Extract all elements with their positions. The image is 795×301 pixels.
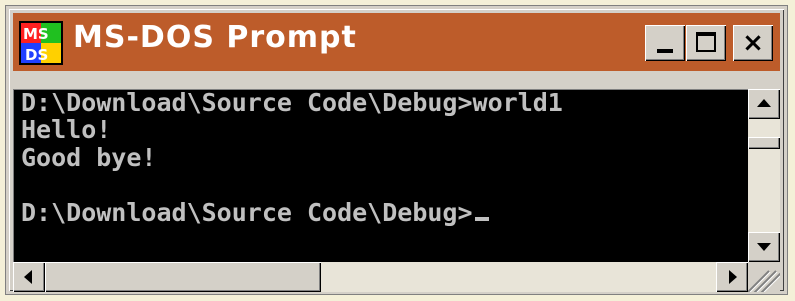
svg-text:DS: DS — [25, 46, 48, 64]
scroll-right-button[interactable] — [716, 262, 748, 292]
arrow-up-icon — [757, 99, 771, 107]
console-line: D:\Download\Source Code\Debug>world1 — [21, 89, 563, 117]
ms-dos-icon: MS DS — [19, 21, 63, 65]
console-line: Good bye! — [21, 143, 157, 172]
arrow-right-icon — [729, 270, 737, 284]
ms-dos-prompt-window: MS DS MS-DOS Prompt × D:\Download\Source… — [6, 6, 787, 294]
scroll-left-button[interactable] — [13, 262, 45, 292]
console-prompt-line: D:\Download\Source Code\Debug> — [21, 199, 489, 227]
text-cursor — [474, 217, 489, 221]
maximize-button[interactable] — [686, 25, 726, 61]
arrow-down-icon — [757, 243, 771, 251]
window-title: MS-DOS Prompt — [73, 20, 357, 55]
console-output[interactable]: D:\Download\Source Code\Debug>world1 Hel… — [13, 89, 748, 262]
close-button[interactable]: × — [733, 25, 773, 61]
horizontal-scrollbar[interactable] — [13, 262, 748, 292]
svg-text:MS: MS — [23, 25, 49, 43]
minimize-button[interactable] — [645, 25, 685, 61]
horizontal-scroll-thumb[interactable] — [45, 262, 321, 292]
vertical-scrollbar[interactable] — [748, 89, 780, 262]
scroll-down-button[interactable] — [748, 232, 780, 262]
arrow-left-icon — [24, 270, 32, 284]
minimize-icon — [657, 49, 673, 53]
vertical-scroll-thumb[interactable] — [748, 137, 780, 149]
close-icon: × — [742, 28, 764, 58]
maximize-icon — [696, 32, 716, 52]
console-prompt: D:\Download\Source Code\Debug> — [21, 198, 473, 227]
scroll-up-button[interactable] — [748, 89, 780, 119]
console-line: Hello! — [21, 115, 112, 144]
title-bar[interactable]: MS DS MS-DOS Prompt × — [13, 13, 780, 71]
resize-grip[interactable] — [748, 262, 780, 292]
